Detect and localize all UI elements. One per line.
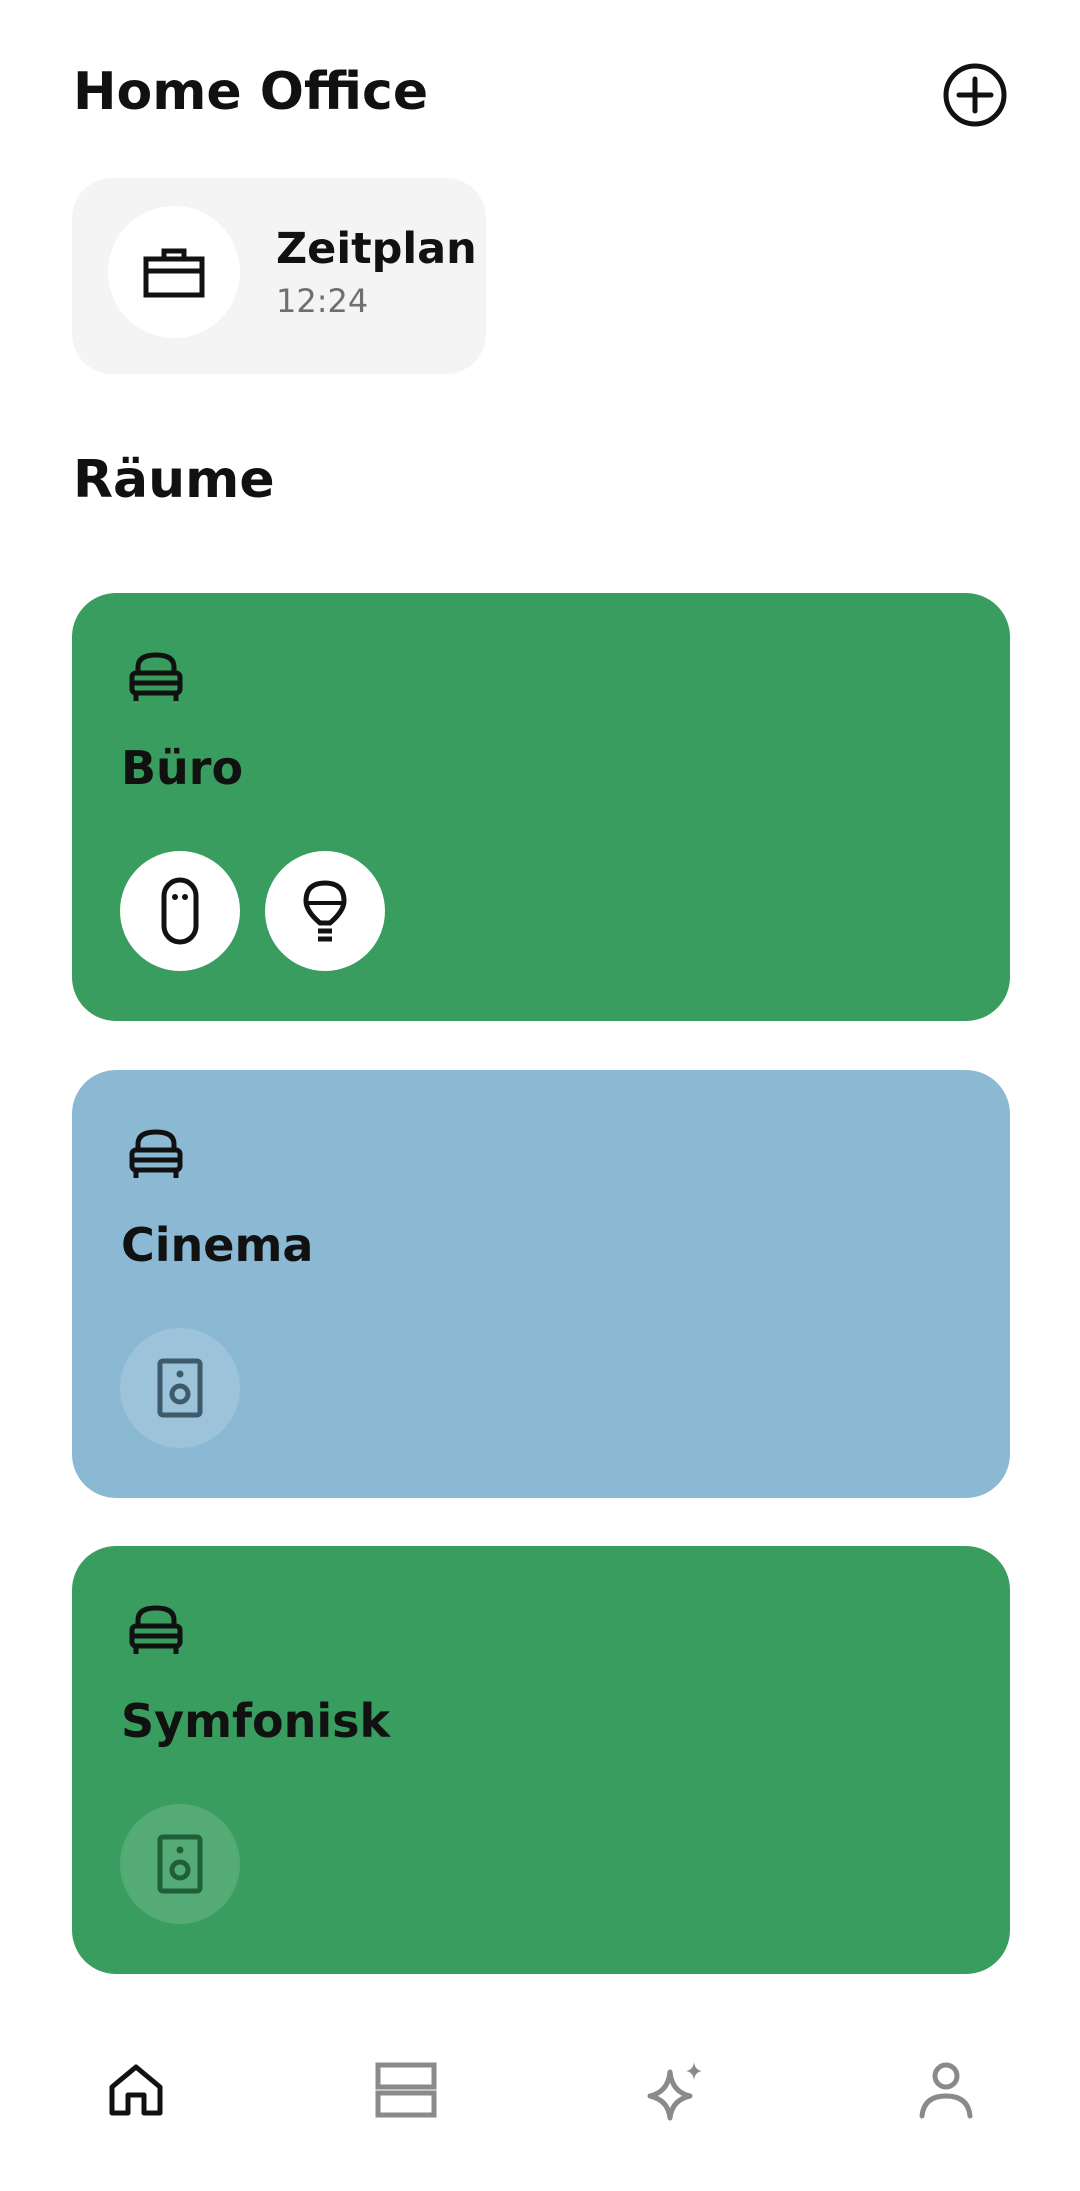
room-name: Symfonisk <box>121 1694 391 1748</box>
sofa-icon <box>129 1129 183 1178</box>
add-button[interactable] <box>942 62 1008 128</box>
home-screen: Home Office Zeitplan 12:24 Räume Büro Ci… <box>0 0 1080 2191</box>
page-title: Home Office <box>73 62 429 122</box>
lightbulb-icon <box>303 880 347 942</box>
schedule-title: Zeitplan <box>276 224 477 274</box>
nav-home[interactable] <box>96 2050 176 2130</box>
profile-icon <box>919 2062 973 2119</box>
speaker-icon <box>157 1358 203 1418</box>
room-name: Büro <box>121 741 244 795</box>
sofa-icon <box>129 1605 183 1654</box>
schedule-time: 12:24 <box>276 282 369 320</box>
sparkle-icon <box>647 2062 702 2121</box>
rooms-section-title: Räume <box>73 450 275 510</box>
nav-scenes[interactable] <box>636 2050 716 2130</box>
device-button-lightbulb[interactable] <box>265 851 385 971</box>
home-icon <box>109 2064 163 2116</box>
device-button-speaker[interactable] <box>120 1328 240 1448</box>
remote-icon <box>161 877 199 945</box>
device-button-remote[interactable] <box>120 851 240 971</box>
add-circle-icon <box>943 63 1007 127</box>
schedule-icon-container <box>108 206 240 338</box>
speaker-icon <box>157 1834 203 1894</box>
briefcase-icon <box>143 248 205 298</box>
nav-rooms[interactable] <box>366 2050 446 2130</box>
room-card-symfonisk[interactable]: Symfonisk <box>72 1546 1010 1974</box>
nav-profile[interactable] <box>906 2050 986 2130</box>
room-name: Cinema <box>121 1218 314 1272</box>
bottom-navigation <box>0 2010 1080 2170</box>
room-card-cinema[interactable]: Cinema <box>72 1070 1010 1498</box>
schedule-card[interactable]: Zeitplan 12:24 <box>72 178 486 374</box>
sofa-icon <box>129 652 183 701</box>
room-card-buero[interactable]: Büro <box>72 593 1010 1021</box>
device-button-speaker[interactable] <box>120 1804 240 1924</box>
rooms-icon <box>375 2062 437 2118</box>
